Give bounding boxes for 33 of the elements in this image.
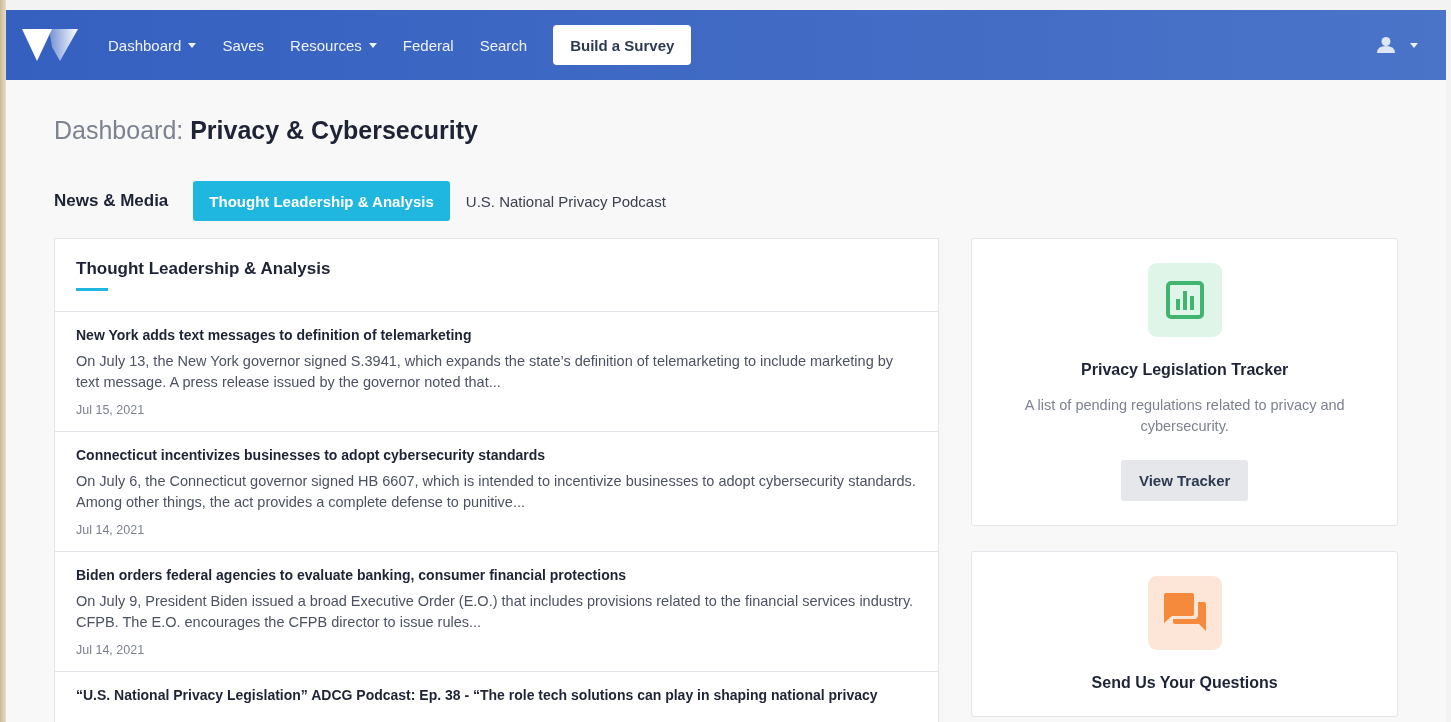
card-title: Thought Leadership & Analysis [76,259,332,279]
user-menu[interactable] [1377,37,1418,53]
nav-link[interactable]: Resources [290,36,377,54]
caret-icon [188,42,197,48]
card-description: A list of pending regulations related to privacy and cybersecurity. [1023,396,1346,436]
article-title[interactable]: Biden orders federal agencies to evaluate banking, consumer financial protections [76,567,918,583]
article-title[interactable]: “U.S. National Privacy Legislation” ADCG Podcast: Ep. 38 - “The role tech solutions can play in shaping national privacy [76,687,918,703]
card-title: Privacy Legislation Tracker [1081,361,1289,379]
article-date: Jul 14, 2021 [76,523,146,537]
title-underline [76,288,108,291]
view-tracker-button[interactable]: View Tracker [1120,460,1249,501]
nav-link[interactable]: Federal [402,36,454,54]
tab[interactable]: U.S. National Privacy Podcast [449,181,682,221]
page-title: Dashboard: Privacy & Cybersecurity [54,116,479,145]
user-icon [1377,37,1395,53]
article-date: Jul 15, 2021 [76,403,146,417]
article-title[interactable]: Connecticut incentivizes businesses to adopt cybersecurity standards [76,447,918,463]
article-summary: On July 6, the Connecticut governor signed HB 6607, which is intended to incentivize businesses to adopt cybersecurity standards. Among other things, the act provides a complete defense to punitive... [76,472,917,512]
nav-link[interactable]: Search [479,36,528,54]
article-summary: On July 9, President Biden issued a broad Executive Order (E.O.) that includes provisions related to the financial services industry. CFPB. The E.O. encourages the CFPB director to issue rules... [76,592,915,632]
build-survey-button[interactable]: Build a Survey [553,25,692,65]
section-label: News & Media [54,191,169,211]
nav-link[interactable]: Dashboard [108,36,197,54]
chat-icon [1147,576,1222,650]
logo-icon[interactable] [22,29,78,61]
article-title[interactable]: New York adds text messages to definition of telemarketing [76,327,918,343]
bar-chart-icon [1147,263,1222,337]
caret-icon [368,42,377,48]
card-title: Send Us Your Questions [1091,674,1278,692]
article-summary: On July 13, the New York governor signed S.3941, which expands the state’s definition of telemarketing to include marketing by text message. A press release issued by the governor noted that... [76,352,895,392]
article-date: Jul 14, 2021 [76,643,146,657]
nav-link[interactable]: Saves [222,36,265,54]
caret-icon [1410,42,1418,48]
